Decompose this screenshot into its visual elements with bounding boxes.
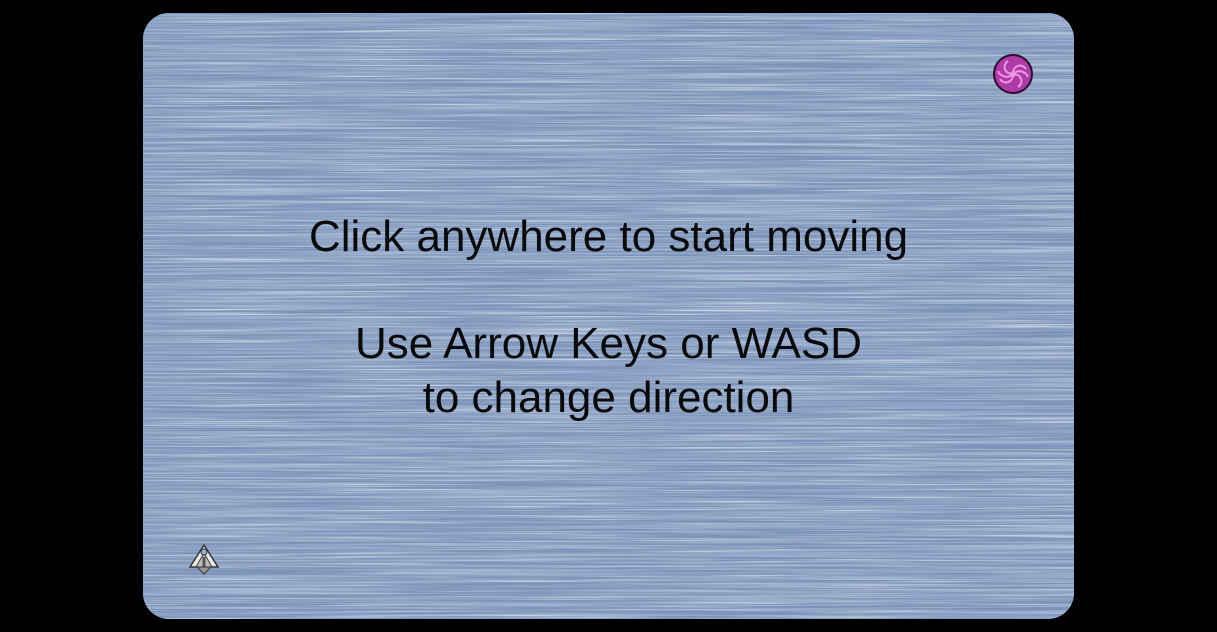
board-texture [143,13,1074,619]
game-board[interactable]: Click anywhere to start moving Use Arrow… [143,13,1074,619]
ship-icon [188,543,220,575]
controls-instruction-detail: to change direction [422,373,795,422]
start-instruction: Click anywhere to start moving [308,212,909,261]
swirl-candy-icon [993,54,1033,94]
controls-instruction: Use Arrow Keys or WASD [355,319,862,368]
